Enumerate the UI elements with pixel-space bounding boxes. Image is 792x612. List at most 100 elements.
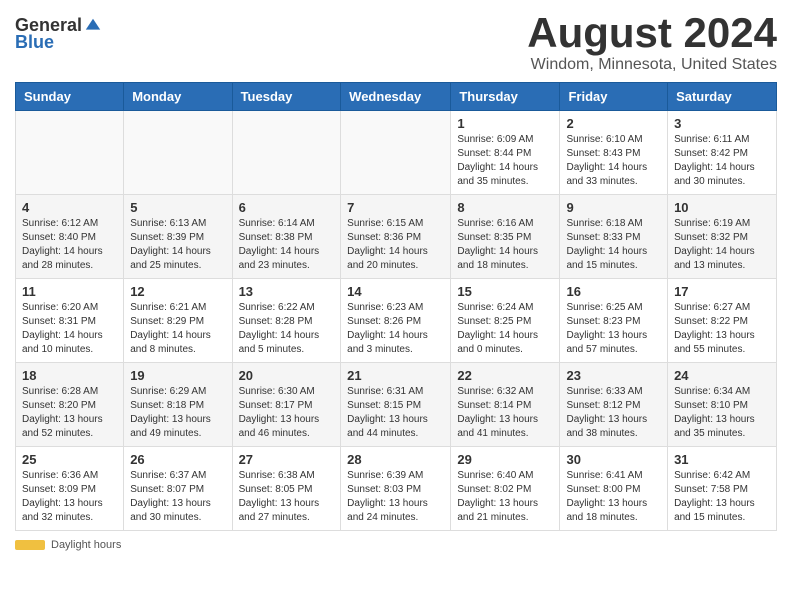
table-row: 22Sunrise: 6:32 AM Sunset: 8:14 PM Dayli… [451,363,560,447]
day-number: 13 [239,284,335,299]
header: General Blue August 2024 Windom, Minneso… [15,10,777,74]
day-number: 21 [347,368,444,383]
day-info: Sunrise: 6:41 AM Sunset: 8:00 PM Dayligh… [566,469,661,525]
day-number: 18 [22,368,117,383]
col-saturday: Saturday [668,83,777,111]
table-row: 5Sunrise: 6:13 AM Sunset: 8:39 PM Daylig… [124,195,232,279]
day-info: Sunrise: 6:31 AM Sunset: 8:15 PM Dayligh… [347,385,444,441]
day-info: Sunrise: 6:42 AM Sunset: 7:58 PM Dayligh… [674,469,770,525]
subtitle: Windom, Minnesota, United States [527,56,777,74]
day-info: Sunrise: 6:38 AM Sunset: 8:05 PM Dayligh… [239,469,335,525]
table-row: 2 Sunrise: 6:10 AM Sunset: 8:43 PM Daylig… [560,111,668,195]
table-row: 11Sunrise: 6:20 AM Sunset: 8:31 PM Dayli… [16,279,124,363]
col-wednesday: Wednesday [341,83,451,111]
day-number: 30 [566,452,661,467]
day-info: Sunrise: 6:15 AM Sunset: 8:36 PM Dayligh… [347,217,444,273]
col-sunday: Sunday [16,83,124,111]
table-row: 17 Sunrise: 6:27 AM Sunset: 8:22 PM Dayli… [668,279,777,363]
col-tuesday: Tuesday [232,83,341,111]
day-info: Sunrise: 6:14 AM Sunset: 8:38 PM Dayligh… [239,217,335,273]
day-info: Sunrise: 6:19 AM Sunset: 8:32 PM Dayligh… [674,217,770,273]
day-number: 9 [566,200,661,215]
table-row: 6Sunrise: 6:14 AM Sunset: 8:38 PM Daylig… [232,195,341,279]
footer: Daylight hours [15,539,777,551]
day-info: Sunrise: 6:16 AM Sunset: 8:35 PM Dayligh… [457,217,553,273]
day-number: 7 [347,200,444,215]
day-number: 25 [22,452,117,467]
table-row: 18Sunrise: 6:28 AM Sunset: 8:20 PM Dayli… [16,363,124,447]
title-section: August 2024 Windom, Minnesota, United St… [527,10,777,74]
table-row: 31 Sunrise: 6:42 AM Sunset: 7:58 PM Dayli… [668,447,777,531]
day-number: 28 [347,452,444,467]
day-number: 16 [566,284,661,299]
table-row: 21 Sunrise: 6:31 AM Sunset: 8:15 PM Dayli… [341,363,451,447]
table-row [232,111,341,195]
calendar: Sunday Monday Tuesday Wednesday Thursday… [15,82,777,531]
day-info: Sunrise: 6:11 AM Sunset: 8:42 PM Dayligh… [674,133,770,189]
day-number: 19 [130,368,225,383]
table-row [16,111,124,195]
day-number: 4 [22,200,117,215]
table-row: 27 Sunrise: 6:38 AM Sunset: 8:05 PM Dayli… [232,447,341,531]
day-info: Sunrise: 6:36 AM Sunset: 8:09 PM Dayligh… [22,469,117,525]
table-row: 4Sunrise: 6:12 AM Sunset: 8:40 PM Daylig… [16,195,124,279]
day-info: Sunrise: 6:09 AM Sunset: 8:44 PM Dayligh… [457,133,553,189]
table-row: 16Sunrise: 6:25 AM Sunset: 8:23 PM Dayli… [560,279,668,363]
main-title: August 2024 [527,10,777,56]
day-number: 1 [457,116,553,131]
calendar-header-row: Sunday Monday Tuesday Wednesday Thursday… [16,83,777,111]
table-row: 23Sunrise: 6:33 AM Sunset: 8:12 PM Dayli… [560,363,668,447]
day-info: Sunrise: 6:30 AM Sunset: 8:17 PM Dayligh… [239,385,335,441]
table-row: 3 Sunrise: 6:11 AM Sunset: 8:42 PM Daylig… [668,111,777,195]
logo-icon [84,17,102,35]
day-info: Sunrise: 6:34 AM Sunset: 8:10 PM Dayligh… [674,385,770,441]
day-info: Sunrise: 6:20 AM Sunset: 8:31 PM Dayligh… [22,301,117,357]
calendar-week-row: 11Sunrise: 6:20 AM Sunset: 8:31 PM Dayli… [16,279,777,363]
table-row: 14 Sunrise: 6:23 AM Sunset: 8:26 PM Dayli… [341,279,451,363]
table-row: 24 Sunrise: 6:34 AM Sunset: 8:10 PM Dayli… [668,363,777,447]
table-row: 25 Sunrise: 6:36 AM Sunset: 8:09 PM Dayli… [16,447,124,531]
day-info: Sunrise: 6:37 AM Sunset: 8:07 PM Dayligh… [130,469,225,525]
day-number: 2 [566,116,661,131]
day-number: 31 [674,452,770,467]
daylight-label: Daylight hours [51,539,121,551]
col-monday: Monday [124,83,232,111]
table-row: 8Sunrise: 6:16 AM Sunset: 8:35 PM Daylig… [451,195,560,279]
table-row: 7 Sunrise: 6:15 AM Sunset: 8:36 PM Daylig… [341,195,451,279]
day-number: 14 [347,284,444,299]
day-number: 12 [130,284,225,299]
table-row: 13Sunrise: 6:22 AM Sunset: 8:28 PM Dayli… [232,279,341,363]
table-row: 12Sunrise: 6:21 AM Sunset: 8:29 PM Dayli… [124,279,232,363]
day-info: Sunrise: 6:10 AM Sunset: 8:43 PM Dayligh… [566,133,661,189]
day-info: Sunrise: 6:24 AM Sunset: 8:25 PM Dayligh… [457,301,553,357]
table-row: 28Sunrise: 6:39 AM Sunset: 8:03 PM Dayli… [341,447,451,531]
day-info: Sunrise: 6:29 AM Sunset: 8:18 PM Dayligh… [130,385,225,441]
day-number: 27 [239,452,335,467]
day-number: 10 [674,200,770,215]
table-row: 20 Sunrise: 6:30 AM Sunset: 8:17 PM Dayli… [232,363,341,447]
table-row: 19 Sunrise: 6:29 AM Sunset: 8:18 PM Dayli… [124,363,232,447]
calendar-week-row: 18Sunrise: 6:28 AM Sunset: 8:20 PM Dayli… [16,363,777,447]
day-number: 24 [674,368,770,383]
day-number: 26 [130,452,225,467]
day-number: 3 [674,116,770,131]
table-row: 26 Sunrise: 6:37 AM Sunset: 8:07 PM Dayli… [124,447,232,531]
logo: General Blue [15,10,102,53]
day-number: 15 [457,284,553,299]
calendar-week-row: 4Sunrise: 6:12 AM Sunset: 8:40 PM Daylig… [16,195,777,279]
day-number: 17 [674,284,770,299]
logo-blue-text: Blue [15,32,54,53]
day-number: 5 [130,200,225,215]
day-number: 20 [239,368,335,383]
day-info: Sunrise: 6:40 AM Sunset: 8:02 PM Dayligh… [457,469,553,525]
daylight-bar-icon [15,540,45,550]
day-info: Sunrise: 6:27 AM Sunset: 8:22 PM Dayligh… [674,301,770,357]
calendar-week-row: 1 Sunrise: 6:09 AM Sunset: 8:44 PM Daylig… [16,111,777,195]
table-row: 29Sunrise: 6:40 AM Sunset: 8:02 PM Dayli… [451,447,560,531]
table-row: 10 Sunrise: 6:19 AM Sunset: 8:32 PM Dayli… [668,195,777,279]
table-row [124,111,232,195]
table-row: 30 Sunrise: 6:41 AM Sunset: 8:00 PM Dayli… [560,447,668,531]
table-row: 15 Sunrise: 6:24 AM Sunset: 8:25 PM Dayli… [451,279,560,363]
day-info: Sunrise: 6:23 AM Sunset: 8:26 PM Dayligh… [347,301,444,357]
day-info: Sunrise: 6:33 AM Sunset: 8:12 PM Dayligh… [566,385,661,441]
